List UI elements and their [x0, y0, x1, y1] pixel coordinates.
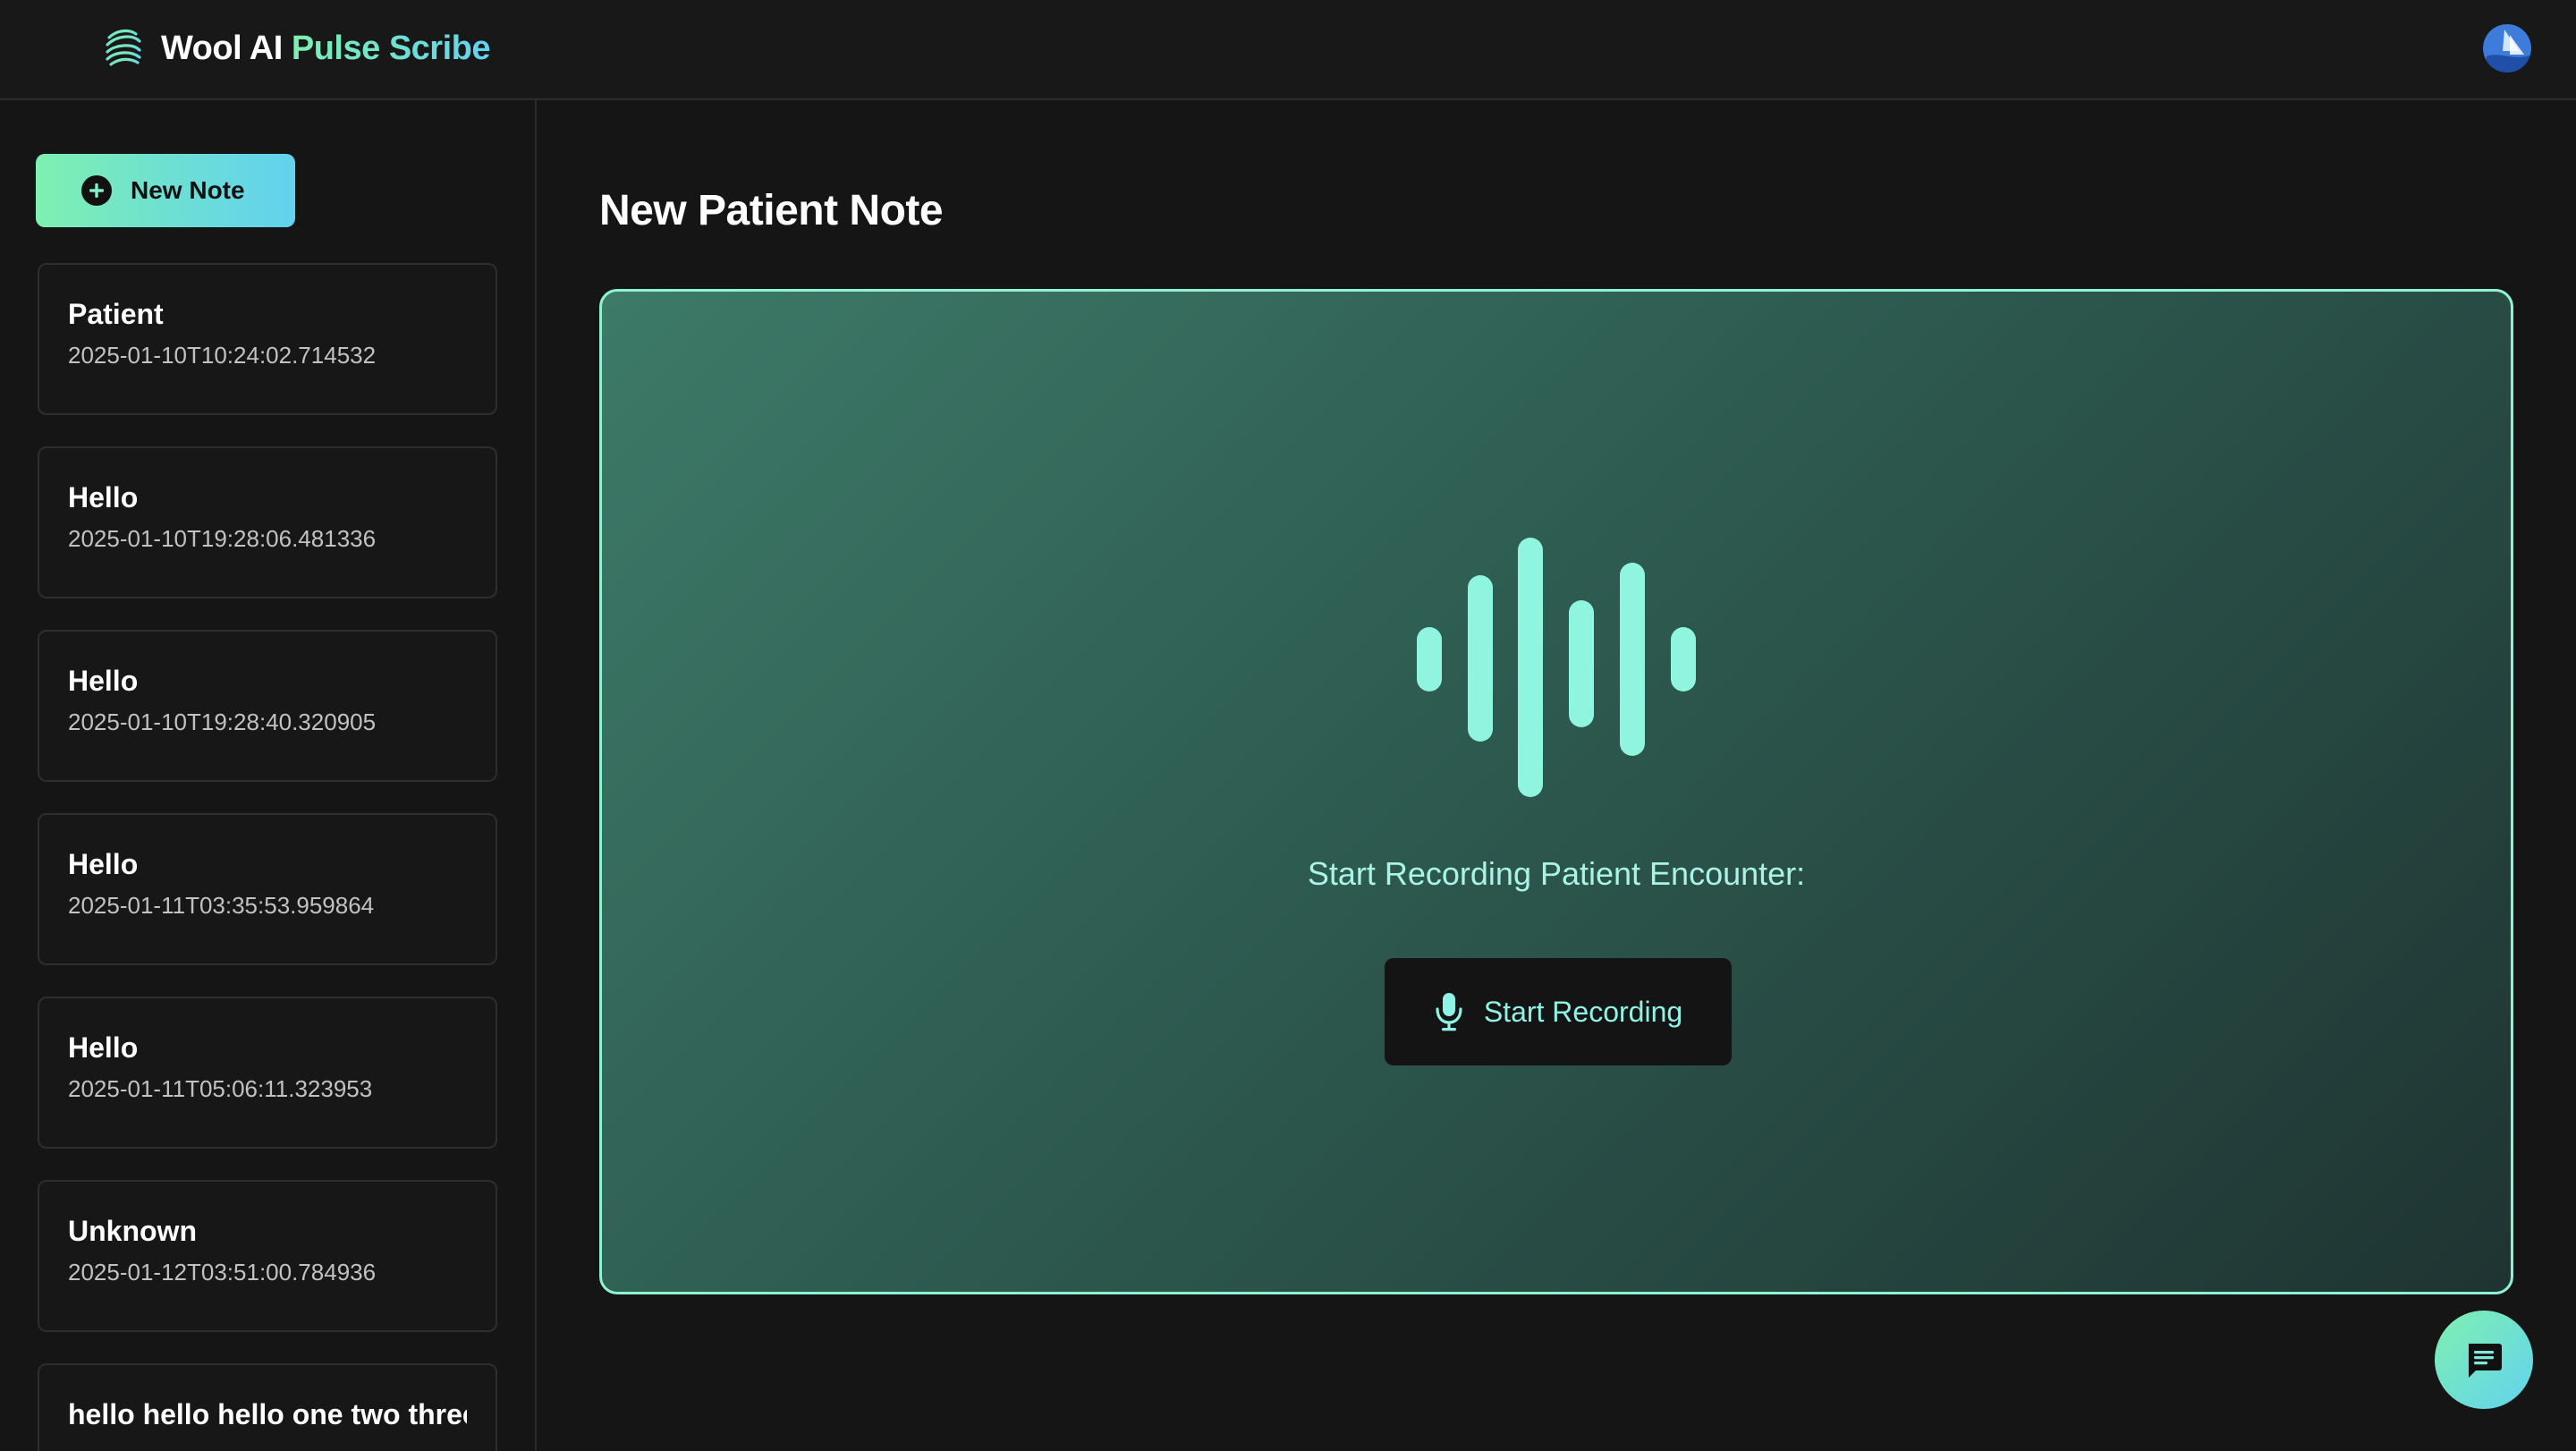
plus-circle-icon — [81, 175, 112, 206]
note-title: hello hello hello one two three — [68, 1398, 467, 1430]
note-date: 2025-01-11T05:06:11.323953 — [68, 1075, 373, 1103]
note-title: Hello — [68, 481, 139, 513]
note-date: 2025-01-11T03:35:53.959864 — [68, 892, 375, 920]
chat-button[interactable] — [2435, 1311, 2533, 1409]
note-list-item[interactable]: Hello 2025-01-10T19:28:06.481336 — [38, 446, 497, 598]
note-list-item[interactable]: Patient 2025-01-10T10:24:02.714532 — [38, 263, 497, 415]
start-recording-button[interactable]: Start Recording — [1385, 958, 1732, 1065]
note-list-item[interactable]: Hello 2025-01-11T03:35:53.959864 — [38, 813, 497, 965]
note-date: 2025-01-10T19:28:06.481336 — [68, 525, 377, 553]
audio-waveform-icon — [1417, 538, 1696, 797]
note-date: 2025-01-10T10:24:02.714532 — [68, 342, 377, 369]
microphone-icon — [1436, 993, 1462, 1031]
note-title: Patient — [68, 298, 164, 330]
start-recording-label: Start Recording — [1483, 995, 1683, 1028]
page-title: New Patient Note — [599, 187, 944, 234]
note-title: Unknown — [68, 1215, 197, 1247]
chat-bubble-icon — [2469, 1344, 2502, 1378]
note-list-item[interactable]: hello hello hello one two three — [38, 1363, 497, 1451]
brand[interactable]: Wool AI Pulse Scribe — [100, 21, 491, 75]
note-date: 2025-01-12T03:51:00.784936 — [68, 1259, 377, 1286]
note-title: Hello — [68, 1031, 139, 1064]
note-list-item[interactable]: Unknown 2025-01-12T03:51:00.784936 — [38, 1180, 497, 1332]
note-list-item[interactable]: Hello 2025-01-10T19:28:40.320905 — [38, 630, 497, 782]
new-note-button[interactable]: New Note — [36, 154, 295, 227]
recording-panel: Start Recording Patient Encounter: Start… — [599, 289, 2513, 1294]
brand-name: Wool AI — [161, 29, 283, 67]
top-bar: Wool AI Pulse Scribe — [0, 0, 2576, 100]
spiral-logo-icon — [106, 29, 141, 66]
note-date: 2025-01-10T19:28:40.320905 — [68, 709, 377, 736]
recording-prompt: Start Recording Patient Encounter: — [1307, 855, 1806, 892]
note-list-item[interactable]: Hello 2025-01-11T05:06:11.323953 — [38, 997, 497, 1149]
note-title: Hello — [68, 665, 139, 697]
note-title: Hello — [68, 848, 139, 880]
notes-sidebar: New Note Patient 2025-01-10T10:24:02.714… — [0, 100, 537, 1451]
user-avatar-icon[interactable] — [2483, 24, 2531, 72]
brand-product: Pulse Scribe — [291, 29, 491, 67]
new-note-label: New Note — [131, 176, 245, 204]
